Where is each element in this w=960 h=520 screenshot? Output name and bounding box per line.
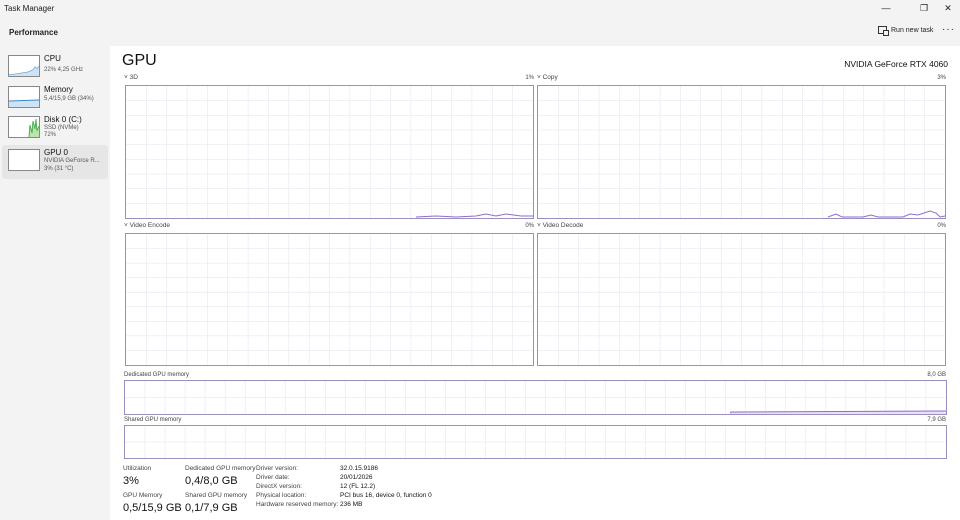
utilization-label: Utilization — [123, 465, 152, 472]
gpu-details-panel: GPU NVIDIA GeForce RTX 4060 ˅ 3D 1% ˅ Co… — [110, 46, 960, 520]
sidebar-item-detail: 5,4/15,9 GB (34%) — [44, 96, 94, 102]
run-new-task-button[interactable]: Run new task — [878, 26, 934, 36]
sidebar-item-usage: 3% (31 °C) — [44, 166, 74, 172]
engine-3d-dropdown[interactable]: ˅ 3D — [124, 74, 138, 81]
minimize-button[interactable]: — — [874, 0, 898, 16]
engine-video-decode-value: 0% — [937, 223, 946, 229]
hardware-reserved-memory-key: Hardware reserved memory: — [256, 501, 339, 508]
close-button[interactable]: ✕ — [936, 0, 960, 16]
driver-date-key: Driver date: — [256, 474, 290, 481]
dedicated-memory-graph-label: Dedicated GPU memory — [124, 372, 190, 378]
sidebar-item-detail: NVIDIA GeForce R... — [44, 158, 100, 164]
sidebar-item-name: GPU 0 — [44, 148, 69, 157]
engine-video-decode-dropdown[interactable]: ˅ Video Decode — [537, 222, 583, 229]
graph-grid — [125, 426, 946, 458]
dedicated-memory-label: Dedicated GPU memory — [185, 465, 256, 472]
engine-copy-value: 3% — [937, 75, 946, 81]
more-options-icon[interactable]: ··· — [942, 24, 955, 35]
shared-memory-graph-label: Shared GPU memory — [124, 417, 182, 423]
shared-memory-value: 0,1/7,9 GB — [185, 502, 238, 514]
sidebar-item-detail: 22% 4,25 GHz — [44, 67, 84, 73]
driver-date-value: 20/01/2026 — [340, 474, 373, 481]
engine-video-decode-label: Video Decode — [542, 222, 584, 229]
engine-copy-label: Copy — [542, 74, 558, 81]
cpu-thumbnail-graph — [8, 55, 40, 77]
sidebar-item-usage: 72% — [44, 132, 57, 138]
sidebar-item-gpu[interactable]: GPU 0 NVIDIA GeForce R... 3% (31 °C) — [2, 145, 108, 179]
window-title: Task Manager — [4, 4, 55, 13]
run-new-task-label: Run new task — [891, 26, 934, 34]
dedicated-memory-graph-max: 8,0 GB — [927, 372, 946, 378]
gpu-thumbnail-graph — [8, 149, 40, 171]
hardware-reserved-memory-value: 236 MB — [340, 501, 363, 508]
driver-version-key: Driver version: — [256, 465, 298, 472]
engine-video-encode-dropdown[interactable]: ˅ Video Encode — [124, 222, 170, 229]
graph-grid — [126, 234, 533, 365]
restore-button[interactable]: ❐ — [912, 0, 936, 16]
disk-thumbnail-graph — [8, 116, 40, 138]
memory-thumbnail-graph — [8, 86, 40, 108]
graph-grid — [538, 234, 945, 365]
sidebar-item-name: CPU — [44, 54, 61, 63]
engine-video-encode-label: Video Encode — [129, 222, 170, 229]
section-title: Performance — [9, 28, 58, 37]
sidebar-item-name: Disk 0 (C:) — [44, 115, 82, 124]
dedicated-memory-graph — [124, 380, 947, 415]
page-title: GPU — [122, 52, 157, 69]
engine-video-encode-graph — [125, 233, 534, 366]
gpu-model-name: NVIDIA GeForce RTX 4060 — [844, 59, 948, 69]
run-task-icon — [878, 26, 889, 36]
engine-copy-graph — [537, 85, 946, 219]
engine-video-encode-value: 0% — [525, 223, 534, 229]
physical-location-value: PCI bus 16, device 0, function 0 — [340, 492, 432, 499]
shared-memory-graph — [124, 425, 947, 459]
engine-copy-usage-line — [827, 210, 945, 218]
engine-copy-dropdown[interactable]: ˅ Copy — [537, 74, 558, 81]
sidebar-item-detail: SSD (NVMe) — [44, 125, 79, 131]
shared-memory-graph-max: 7,9 GB — [927, 417, 946, 423]
engine-3d-label: 3D — [129, 74, 138, 81]
title-bar: Task Manager — ❐ ✕ — [0, 0, 960, 18]
directx-version-key: DirectX version: — [256, 483, 302, 490]
driver-version-value: 32.0.15.9186 — [340, 465, 378, 472]
shared-memory-label: Shared GPU memory — [185, 492, 248, 499]
dedicated-memory-value: 0,4/8,0 GB — [185, 475, 238, 487]
gpu-memory-label: GPU Memory — [123, 492, 163, 499]
engine-video-decode-graph — [537, 233, 946, 366]
physical-location-key: Physical location: — [256, 492, 307, 499]
engine-3d-graph — [125, 85, 534, 219]
engine-3d-value: 1% — [525, 75, 534, 81]
sidebar-item-memory[interactable]: Memory 5,4/15,9 GB (34%) — [2, 82, 108, 114]
sidebar-item-disk[interactable]: Disk 0 (C:) SSD (NVMe) 72% — [2, 112, 108, 144]
header-bar: Performance Run new task ··· — [0, 18, 960, 46]
engine-3d-usage-line — [415, 213, 533, 218]
sidebar-item-cpu[interactable]: CPU 22% 4,25 GHz — [2, 51, 108, 83]
dedicated-memory-usage-line — [729, 410, 946, 414]
sidebar: CPU 22% 4,25 GHz Memory 5,4/15,9 GB (34%… — [0, 46, 110, 520]
directx-version-value: 12 (FL 12.2) — [340, 483, 376, 490]
utilization-value: 3% — [123, 475, 139, 487]
sidebar-item-name: Memory — [44, 85, 73, 94]
gpu-memory-value: 0,5/15,9 GB — [123, 502, 182, 514]
